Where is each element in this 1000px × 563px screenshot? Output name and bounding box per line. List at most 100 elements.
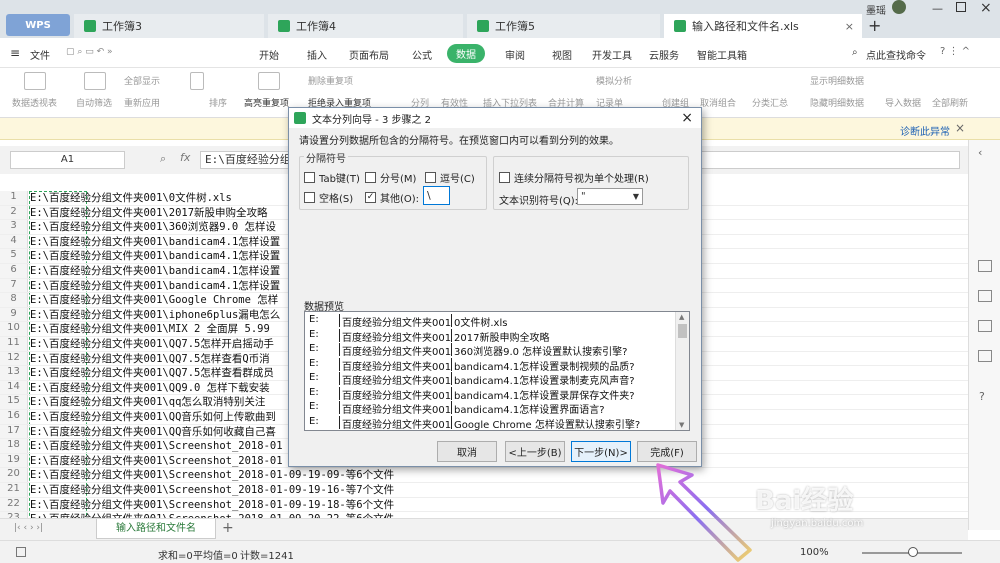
ribbon-auto-filter[interactable]: 自动筛选	[76, 96, 112, 109]
cell-a[interactable]: E:\百度经验分组文件夹001\QQ7.5怎样开启摇动手	[30, 337, 274, 351]
function-icon[interactable]: fx	[180, 151, 190, 164]
tab-workbook5[interactable]: 工作簿5	[467, 14, 660, 38]
menu-insert[interactable]: 插入	[307, 47, 327, 62]
menu-file[interactable]: 文件	[30, 47, 50, 62]
cell-a[interactable]: E:\百度经验分组文件夹001\qq怎么取消特别关注	[30, 395, 265, 409]
ribbon-sort[interactable]: 排序	[209, 96, 227, 109]
scrollbar-thumb[interactable]	[678, 324, 687, 338]
close-window-icon[interactable]: ×	[980, 0, 992, 16]
restore-icon[interactable]	[956, 2, 966, 12]
row-number[interactable]: 21	[0, 483, 28, 497]
row-number[interactable]: 7	[0, 278, 28, 293]
cell-a[interactable]: E:\百度经验分组文件夹001\Screenshot_2018-01	[30, 439, 283, 453]
row-number[interactable]: 22	[0, 497, 28, 512]
cell-a[interactable]: E:\百度经验分组文件夹001\iphone6plus漏电怎么	[30, 308, 280, 322]
row-number[interactable]: 10	[0, 322, 28, 336]
collapse-icon[interactable]: ‹	[978, 146, 982, 159]
menu-data[interactable]: 数据	[447, 44, 485, 63]
backup-icon[interactable]	[978, 350, 992, 362]
row-number[interactable]: 3	[0, 220, 28, 234]
menu-smart-toolbox[interactable]: 智能工具箱	[697, 47, 747, 62]
comma-checkbox[interactable]: 逗号(C)	[425, 170, 475, 185]
menu-home[interactable]: 开始	[259, 47, 279, 62]
row-number[interactable]: 11	[0, 337, 28, 351]
row-number[interactable]: 16	[0, 410, 28, 424]
row-number[interactable]: 9	[0, 307, 28, 322]
row-number[interactable]: 5	[0, 249, 28, 263]
tool-icon[interactable]	[978, 320, 992, 332]
dialog-close-icon[interactable]: ×	[681, 110, 693, 126]
row-number[interactable]: 14	[0, 380, 28, 395]
row-number[interactable]: 8	[0, 293, 28, 307]
row-number[interactable]: 20	[0, 468, 28, 482]
scroll-up-icon[interactable]: ▲	[679, 313, 684, 321]
sheet-tab-active[interactable]: 输入路径和文件名	[96, 519, 216, 539]
zoom-level[interactable]: 100%	[800, 547, 829, 558]
row-number[interactable]: 15	[0, 395, 28, 409]
other-delimiter-input[interactable]: \	[423, 186, 450, 205]
tab-workbook3[interactable]: 工作簿3	[74, 14, 264, 38]
menu-cloud[interactable]: 云服务	[649, 47, 679, 62]
search-icon[interactable]: ⌕	[852, 47, 858, 58]
close-notice-icon[interactable]: ×	[955, 121, 965, 135]
hamburger-icon[interactable]: ≡	[10, 46, 20, 60]
cell-a[interactable]: E:\百度经验分组文件夹001\Screenshot_2018-01-09-19…	[30, 483, 394, 497]
consecutive-checkbox[interactable]: 连续分隔符号视为单个处理(R)	[499, 170, 649, 185]
cell-a[interactable]: E:\百度经验分组文件夹001\0文件树.xls	[30, 191, 232, 205]
cell-a[interactable]: E:\百度经验分组文件夹001\bandicam4.1怎样设置	[30, 279, 280, 293]
toolbar-extra-icons[interactable]: ? ⋮ ^	[940, 46, 970, 57]
menu-page-layout[interactable]: 页面布局	[349, 47, 389, 62]
row-number[interactable]: 6	[0, 264, 28, 278]
help-icon[interactable]: ?	[979, 390, 985, 403]
preview-scrollbar[interactable]: ▲ ▼	[675, 312, 689, 430]
back-button[interactable]: <上一步(B)	[505, 441, 565, 462]
cell-a[interactable]: E:\百度经验分组文件夹001\2017新股申购全攻略	[30, 206, 268, 220]
cell-a[interactable]: E:\百度经验分组文件夹001\360浏览器9.0 怎样设	[30, 220, 276, 234]
wps-home-tab[interactable]: WPS	[6, 14, 70, 36]
ribbon-show-all[interactable]: 全部显示	[124, 74, 160, 87]
row-number[interactable]: 13	[0, 366, 28, 380]
row-number[interactable]: 18	[0, 439, 28, 453]
cell-a[interactable]: E:\百度经验分组文件夹001\Screenshot_2018-01-09-19…	[30, 468, 394, 482]
space-checkbox[interactable]: 空格(S)	[304, 190, 353, 205]
ribbon-show-detail[interactable]: 显示明细数据	[810, 74, 864, 87]
ribbon-subtotal[interactable]: 分类汇总	[752, 96, 788, 109]
row-number[interactable]: 12	[0, 351, 28, 366]
cell-a[interactable]: E:\百度经验分组文件夹001\QQ音乐如何上传歌曲到	[30, 410, 276, 424]
diagnose-link[interactable]: 诊断此异常	[900, 123, 950, 138]
tab-workbook4[interactable]: 工作簿4	[268, 14, 463, 38]
ribbon-what-if[interactable]: 模拟分析	[596, 74, 632, 87]
sheet-nav-icons[interactable]: |‹ ‹ › ›|	[14, 523, 43, 533]
cell-a[interactable]: E:\百度经验分组文件夹001\QQ7.5怎样查看Q币消	[30, 352, 270, 366]
ribbon-refresh-all[interactable]: 全部刷新	[932, 96, 968, 109]
semicolon-checkbox[interactable]: 分号(M)	[365, 170, 416, 185]
ribbon-highlight-duplicates[interactable]: 高亮重复项	[244, 96, 289, 109]
cell-a[interactable]: E:\百度经验分组文件夹001\Screenshot_2018-01-09-19…	[30, 498, 394, 512]
add-sheet-button[interactable]: +	[222, 520, 234, 536]
command-search[interactable]: 点此查找命令	[866, 47, 926, 62]
new-tab-button[interactable]: +	[868, 16, 881, 35]
panel-icon[interactable]	[978, 260, 992, 272]
row-number[interactable]: 2	[0, 205, 28, 220]
minimize-icon[interactable]: —	[932, 2, 943, 15]
ribbon-reapply[interactable]: 重新应用	[124, 96, 160, 109]
cancel-button[interactable]: 取消	[437, 441, 497, 462]
cell-a[interactable]: E:\百度经验分组文件夹001\bandicam4.1怎样设置	[30, 249, 280, 263]
ribbon-hide-detail[interactable]: 隐藏明细数据	[810, 96, 864, 109]
ribbon-pivot-table[interactable]: 数据透视表	[12, 96, 57, 109]
cell-a[interactable]: E:\百度经验分组文件夹001\Screenshot_2018-01	[30, 454, 283, 468]
quick-access-icons[interactable]: ▢ ⌕ ▭ ↶ »	[66, 47, 113, 57]
other-checkbox[interactable]: ✓ 其他(O):	[365, 190, 419, 205]
zoom-icon[interactable]: ⌕	[160, 152, 166, 166]
ribbon-import-data[interactable]: 导入数据	[885, 96, 921, 109]
ribbon-remove-duplicates[interactable]: 删除重复项	[308, 74, 353, 87]
cell-a[interactable]: E:\百度经验分组文件夹001\QQ音乐如何收藏自己喜	[30, 425, 276, 439]
scroll-down-icon[interactable]: ▼	[679, 421, 684, 429]
cell-a[interactable]: E:\百度经验分组文件夹001\MIX 2 全面屏 5.99	[30, 322, 270, 336]
cell-a[interactable]: E:\百度经验分组文件夹001\Google Chrome 怎样	[30, 293, 278, 307]
cell-a[interactable]: E:\百度经验分组文件夹001\QQ7.5怎样查看群成员	[30, 366, 274, 380]
name-box[interactable]: A1	[10, 151, 125, 169]
row-number[interactable]: 1	[0, 191, 28, 205]
tab-active-file[interactable]: 输入路径和文件名.xls ×	[664, 14, 862, 38]
cell-a[interactable]: E:\百度经验分组文件夹001\bandicam4.1怎样设置	[30, 264, 280, 278]
